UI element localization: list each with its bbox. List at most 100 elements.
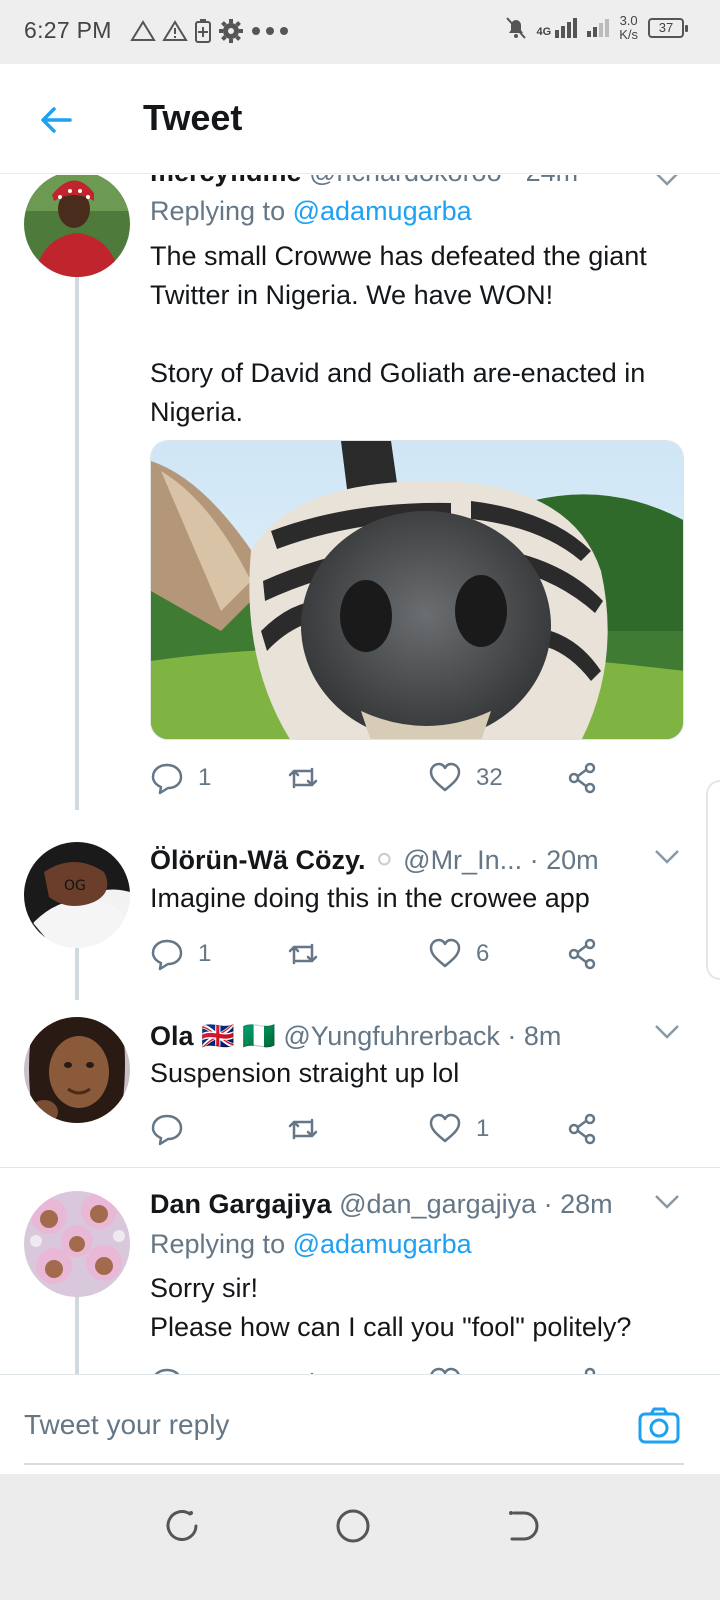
reply-input-underline: [24, 1463, 684, 1465]
reply-icon: [151, 1114, 183, 1146]
tweet-header: Dan Gargajiya @dan_gargajiya · 28m: [150, 1189, 680, 1220]
recents-icon[interactable]: [160, 1504, 204, 1548]
tweet-author-name[interactable]: mercyfidme: [150, 175, 302, 187]
mention-link[interactable]: @adamugarba: [293, 1229, 472, 1259]
tweet-text: Sorry sir! Please how can I call you "fo…: [150, 1273, 632, 1342]
tweet-author-handle[interactable]: @richardokoroo: [309, 175, 502, 187]
network-speed: 3.0 K/s: [619, 14, 638, 42]
battery-indicator: 37: [648, 18, 688, 38]
tweet-item[interactable]: mercyfidme @richardokoroo · 24m Replying…: [0, 175, 720, 825]
network-speed-value: 3.0: [619, 13, 638, 28]
tweet-author-handle[interactable]: @Mr_In...: [403, 845, 522, 875]
tweet-actions: 1 32: [150, 761, 650, 801]
reply-input[interactable]: Tweet your reply: [24, 1409, 229, 1441]
thread-line: [75, 948, 79, 1000]
like-count: 32: [476, 764, 503, 791]
heart-icon: [429, 762, 461, 792]
system-nav-bar: [0, 1474, 720, 1600]
network-speed-unit: K/s: [619, 27, 638, 42]
back-icon[interactable]: [500, 1504, 544, 1548]
warning-icon: [162, 20, 188, 41]
gear-icon: [219, 19, 243, 43]
avatar-image: [24, 175, 130, 277]
reply-count: 1: [198, 940, 212, 967]
tweet-actions: 1: [150, 1112, 650, 1152]
reply-action[interactable]: 1: [150, 761, 211, 795]
tweet-author-name[interactable]: Dan Gargajiya: [150, 1189, 332, 1219]
tweet-text: Suspension straight up lol: [150, 1058, 460, 1088]
tweet-author-name[interactable]: Ölörün-Wä Cözy.: [150, 845, 366, 875]
tweet-item[interactable]: OG Ölörün-Wä Cözy. ⚪ @Mr_In... · 20m Ima…: [0, 825, 720, 1000]
tweet-author-handle[interactable]: @dan_gargajiya: [339, 1189, 536, 1219]
network-type: 4G: [536, 26, 552, 38]
avatar[interactable]: [24, 1191, 130, 1297]
avatar-image: OG: [24, 842, 130, 948]
tweet-actions: 1 6: [150, 937, 650, 977]
share-icon: [568, 762, 596, 794]
share-action[interactable]: [566, 1112, 600, 1146]
reply-count: 1: [198, 764, 212, 791]
like-count: 1: [476, 1115, 490, 1142]
more-dots-icon: [252, 27, 288, 35]
edge-panel-handle[interactable]: [706, 780, 720, 980]
tweet-media-image[interactable]: [150, 440, 684, 740]
retweet-icon: [288, 767, 318, 789]
svg-text:OG: OG: [64, 878, 86, 894]
tweet-header: Ola 🇬🇧 🇳🇬 @Yungfuhrerback · 8m: [150, 1020, 680, 1052]
avatar[interactable]: [24, 175, 130, 277]
retweet-action[interactable]: [286, 1112, 334, 1146]
tweet-header: mercyfidme @richardokoroo · 24m: [150, 175, 680, 188]
status-time: 6:27 PM: [24, 17, 112, 43]
heart-icon: [429, 938, 461, 968]
replying-to: Replying to @adamugarba: [150, 1229, 472, 1260]
like-action[interactable]: 6: [428, 937, 489, 971]
replies-feed[interactable]: mercyfidme @richardokoroo · 24m Replying…: [0, 175, 720, 1402]
replying-to: Replying to @adamugarba: [150, 196, 472, 227]
tweet-item[interactable]: Ola 🇬🇧 🇳🇬 @Yungfuhrerback · 8m Suspensio…: [0, 1000, 720, 1168]
app-header: Tweet: [0, 64, 720, 174]
tweet-time: · 20m: [529, 845, 599, 875]
share-icon: [568, 938, 596, 970]
mention-link[interactable]: @adamugarba: [293, 196, 472, 226]
share-icon: [568, 1113, 596, 1145]
status-bar: 6:27 PM 4G 3.0 K/s 37: [0, 0, 720, 64]
tweet-time: · 8m: [507, 1021, 562, 1051]
like-action[interactable]: 1: [428, 1112, 489, 1146]
camera-icon[interactable]: [638, 1405, 680, 1447]
avatar[interactable]: OG: [24, 842, 130, 948]
reply-icon: [151, 763, 183, 795]
avatar-image: [24, 1017, 130, 1123]
share-action[interactable]: [566, 937, 600, 971]
reply-action[interactable]: [150, 1112, 198, 1146]
tweet-text: The small Crowwe has defeated the giant …: [150, 241, 647, 427]
reply-icon: [151, 939, 183, 971]
retweet-action[interactable]: [286, 937, 334, 971]
arrow-left-icon[interactable]: [36, 100, 76, 140]
retweet-icon: [288, 1118, 318, 1140]
chevron-down-icon[interactable]: [654, 849, 680, 865]
retweet-action[interactable]: [286, 761, 334, 795]
chevron-down-icon[interactable]: [654, 1024, 680, 1040]
flag-emojis: 🇬🇧 🇳🇬: [201, 1021, 276, 1051]
chevron-down-icon[interactable]: [654, 1194, 680, 1210]
tweet-author-handle[interactable]: @Yungfuhrerback: [283, 1021, 500, 1051]
status-right-icons: 4G 3.0 K/s 37: [505, 14, 688, 42]
tweet-time: · 24m: [509, 175, 578, 187]
status-left-icons: [130, 18, 290, 44]
tweet-header: Ölörün-Wä Cözy. ⚪ @Mr_In... · 20m: [150, 845, 680, 876]
signal-icon: 4G: [537, 18, 578, 38]
tweet-author-name[interactable]: Ola: [150, 1021, 194, 1051]
like-action[interactable]: 32: [428, 761, 503, 795]
zebra-photo: [151, 441, 683, 739]
reply-action[interactable]: 1: [150, 937, 211, 971]
page-title: Tweet: [143, 97, 243, 138]
home-icon[interactable]: [331, 1504, 375, 1548]
chevron-down-icon[interactable]: [654, 175, 680, 187]
avatar[interactable]: [24, 1017, 130, 1123]
tweet-item[interactable]: Dan Gargajiya @dan_gargajiya · 28m Reply…: [0, 1168, 720, 1402]
warning-outline-icon: [130, 20, 156, 41]
share-action[interactable]: [566, 761, 600, 795]
tweet-time: · 28m: [543, 1189, 613, 1219]
heart-icon: [429, 1113, 461, 1143]
replying-to-label: Replying to: [150, 196, 286, 226]
